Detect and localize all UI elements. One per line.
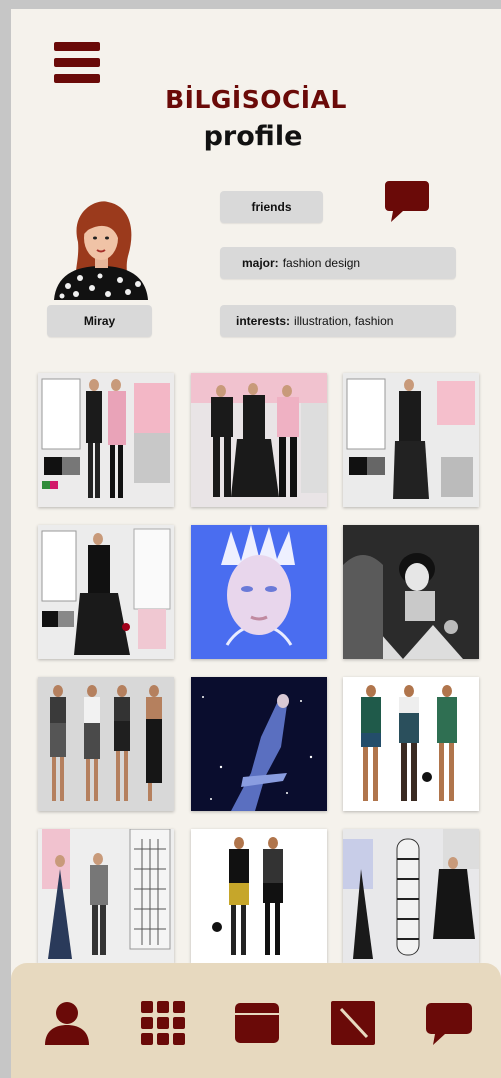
page-title: profile xyxy=(203,121,303,152)
major-label: major: xyxy=(242,256,279,270)
avatar[interactable] xyxy=(48,194,154,300)
friends-button[interactable]: friends xyxy=(220,191,323,223)
post-thumbnail[interactable] xyxy=(343,373,479,507)
major-value: fashion design xyxy=(282,256,361,270)
interests-value: illustration, fashion xyxy=(294,314,394,328)
grid-icon[interactable] xyxy=(139,999,187,1047)
post-thumbnail[interactable] xyxy=(38,677,174,811)
interests-label: interests: xyxy=(236,314,291,328)
post-thumbnail[interactable] xyxy=(191,373,327,507)
post-thumbnail[interactable] xyxy=(38,829,174,963)
interests-field: interests: illustration, fashion xyxy=(220,305,456,337)
app-brand: BİLGİSOCİAL xyxy=(165,85,347,114)
post-thumbnail[interactable] xyxy=(38,525,174,659)
profile-name: Miray xyxy=(47,305,152,337)
post-thumbnail[interactable] xyxy=(191,677,327,811)
post-thumbnail[interactable] xyxy=(343,525,479,659)
hamburger-menu-icon[interactable] xyxy=(54,42,100,84)
person-icon[interactable] xyxy=(43,999,91,1047)
edit-icon[interactable] xyxy=(329,999,377,1047)
post-thumbnail[interactable] xyxy=(191,829,327,963)
post-thumbnail[interactable] xyxy=(343,677,479,811)
calendar-icon[interactable] xyxy=(233,999,281,1047)
major-field: major: fashion design xyxy=(220,247,456,279)
post-thumbnail[interactable] xyxy=(343,829,479,963)
messages-icon[interactable] xyxy=(425,999,473,1047)
post-thumbnail[interactable] xyxy=(191,525,327,659)
bottom-nav-bar xyxy=(11,963,501,1078)
profile-screen: BİLGİSOCİAL profile Miray friends major:… xyxy=(11,9,501,1078)
chat-bubble-icon[interactable] xyxy=(385,181,429,223)
post-thumbnail[interactable] xyxy=(38,373,174,507)
